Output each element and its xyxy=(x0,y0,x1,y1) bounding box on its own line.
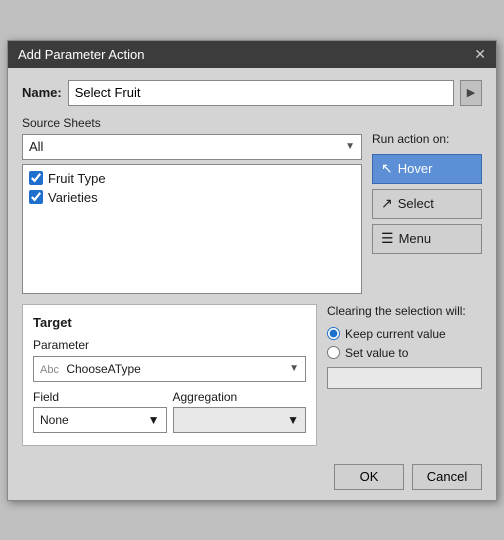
select-icon: ↗ xyxy=(381,195,393,212)
set-value-input[interactable] xyxy=(327,367,482,389)
sheets-list: Fruit Type Varieties xyxy=(22,164,362,294)
target-title: Target xyxy=(33,315,306,330)
arrow-icon: ▶ xyxy=(467,86,475,99)
clearing-panel: Clearing the selection will: Keep curren… xyxy=(327,304,482,446)
param-dropdown-value: Abc ChooseAType xyxy=(40,362,141,376)
run-action-label: Run action on: xyxy=(372,132,482,146)
menu-label: Menu xyxy=(399,231,432,246)
agg-col: Aggregation ▼ xyxy=(173,390,307,433)
set-value-label: Set value to xyxy=(345,346,408,360)
field-label: Field xyxy=(33,390,167,404)
hover-button[interactable]: ↖ Hover xyxy=(372,154,482,184)
agg-dropdown-arrow: ▼ xyxy=(287,413,299,427)
source-sheets-label: Source Sheets xyxy=(22,116,362,130)
fruit-type-label: Fruit Type xyxy=(48,171,106,186)
abc-prefix: Abc xyxy=(40,364,59,376)
field-value: None xyxy=(40,413,69,427)
dialog-footer: OK Cancel xyxy=(8,456,496,500)
source-dropdown[interactable]: All ▼ xyxy=(22,134,362,160)
agg-label: Aggregation xyxy=(173,390,307,404)
select-button[interactable]: ↗ Select xyxy=(372,189,482,219)
cancel-button[interactable]: Cancel xyxy=(412,464,482,490)
left-panel: Source Sheets All ▼ Fruit Type Varieties xyxy=(22,116,362,294)
param-value-text: ChooseAType xyxy=(66,362,141,376)
title-bar: Add Parameter Action ✕ xyxy=(8,41,496,68)
field-dropdown-arrow: ▼ xyxy=(148,413,160,427)
param-dropdown-arrow: ▼ xyxy=(289,363,299,374)
name-arrow-button[interactable]: ▶ xyxy=(460,80,482,106)
menu-button[interactable]: ☰ Menu xyxy=(372,224,482,254)
name-input[interactable] xyxy=(68,80,454,106)
ok-button[interactable]: OK xyxy=(334,464,404,490)
main-section: Source Sheets All ▼ Fruit Type Varieties xyxy=(22,116,482,294)
add-parameter-action-dialog: Add Parameter Action ✕ Name: ▶ Source Sh… xyxy=(7,40,497,501)
varieties-label: Varieties xyxy=(48,190,98,205)
field-dropdown[interactable]: None ▼ xyxy=(33,407,167,433)
varieties-checkbox[interactable] xyxy=(29,190,43,204)
set-value-row: Set value to xyxy=(327,346,482,360)
source-dropdown-arrow: ▼ xyxy=(345,141,355,152)
right-panel: Run action on: ↖ Hover ↗ Select ☰ Menu xyxy=(372,116,482,294)
keep-current-row: Keep current value xyxy=(327,327,482,341)
field-col: Field None ▼ xyxy=(33,390,167,433)
keep-current-radio[interactable] xyxy=(327,327,340,340)
dialog-body: Name: ▶ Source Sheets All ▼ Fruit Type xyxy=(8,68,496,456)
fruit-type-checkbox[interactable] xyxy=(29,171,43,185)
close-button[interactable]: ✕ xyxy=(474,47,486,61)
list-item: Varieties xyxy=(29,188,355,207)
name-row: Name: ▶ xyxy=(22,80,482,106)
set-value-radio[interactable] xyxy=(327,346,340,359)
hover-label: Hover xyxy=(398,161,433,176)
select-label: Select xyxy=(398,196,434,211)
menu-icon: ☰ xyxy=(381,230,394,247)
clearing-title: Clearing the selection will: xyxy=(327,304,482,318)
field-agg-row: Field None ▼ Aggregation ▼ xyxy=(33,390,306,433)
keep-current-label: Keep current value xyxy=(345,327,446,341)
param-label: Parameter xyxy=(33,338,306,352)
hover-icon: ↖ xyxy=(381,160,393,177)
bottom-section: Target Parameter Abc ChooseAType ▼ Field… xyxy=(22,304,482,446)
target-panel: Target Parameter Abc ChooseAType ▼ Field… xyxy=(22,304,317,446)
agg-dropdown[interactable]: ▼ xyxy=(173,407,307,433)
dialog-title: Add Parameter Action xyxy=(18,47,144,62)
param-dropdown[interactable]: Abc ChooseAType ▼ xyxy=(33,356,306,382)
list-item: Fruit Type xyxy=(29,169,355,188)
source-dropdown-value: All xyxy=(29,139,43,154)
name-label: Name: xyxy=(22,85,62,100)
